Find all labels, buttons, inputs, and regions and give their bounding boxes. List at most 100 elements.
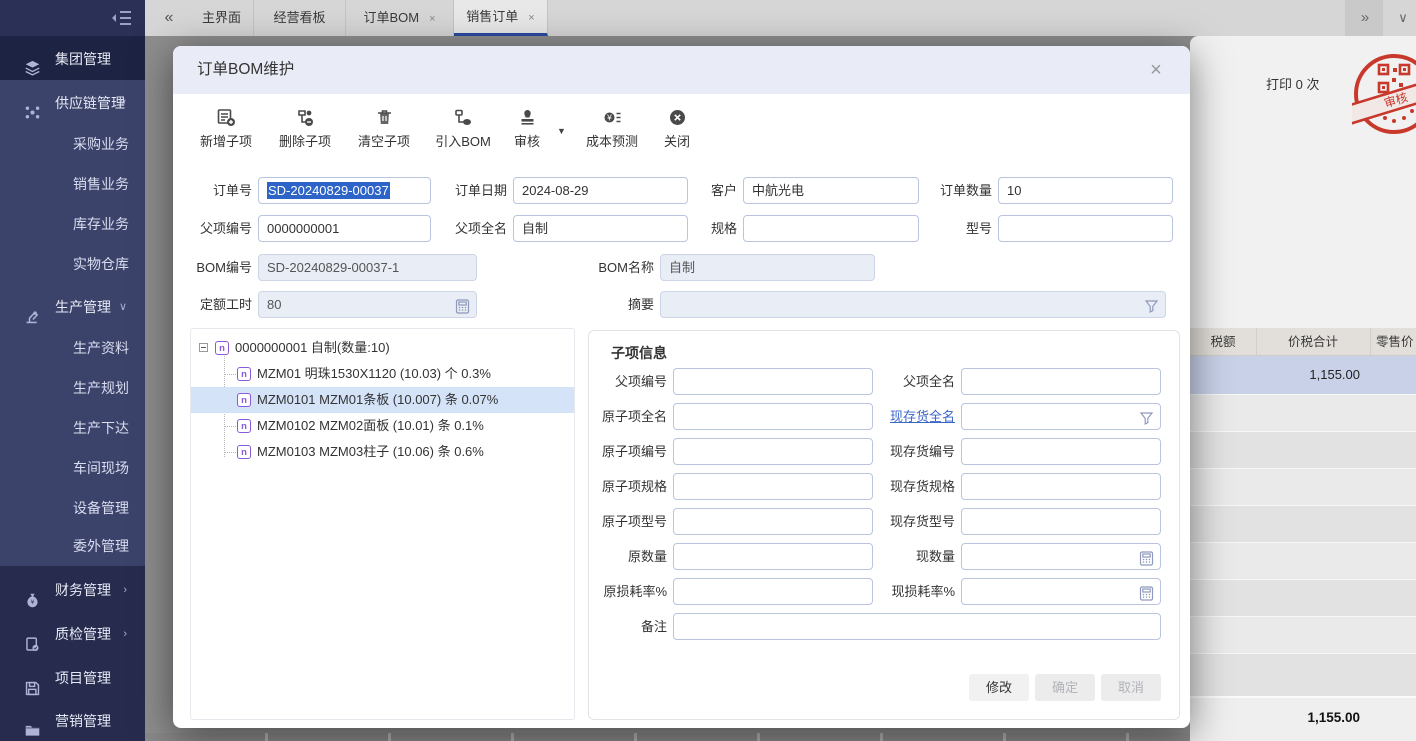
dialog-header: 订单BOM维护 × <box>173 46 1190 94</box>
table-row[interactable] <box>1190 431 1416 468</box>
sidebar-item-label: 质检管理 <box>55 612 111 656</box>
sidebar-item-supply-chain[interactable]: 供应链管理 ∨ <box>0 82 145 124</box>
chevron-right-icon: › <box>123 612 127 656</box>
tree-node[interactable]: n MZM0103 MZM03柱子 (10.06) 条 0.6% <box>191 439 575 465</box>
sidebar-item-finance[interactable]: ¥ 财务管理 › <box>0 568 145 612</box>
table-row[interactable] <box>1190 542 1416 579</box>
tree-node-label: 0000000001 自制(数量:10) <box>235 340 390 355</box>
tab-main[interactable]: 主界面 <box>190 0 254 36</box>
tab-sales-order[interactable]: 销售订单× <box>454 0 548 36</box>
add-subitem-button[interactable]: 新增子项 <box>195 108 257 158</box>
orig-loss-rate-label: 原损耗率% <box>555 578 667 605</box>
sidebar-item-production-planning[interactable]: 生产规划 <box>0 368 145 408</box>
sidebar-item-equipment[interactable]: 设备管理 <box>0 488 145 528</box>
orig-subitem-no-label: 原子项编号 <box>555 438 667 465</box>
sidebar-item-label: 生产规划 <box>73 368 129 408</box>
confirm-button[interactable]: 确定 <box>1035 674 1095 701</box>
sidebar-item-production-data[interactable]: 生产资料 <box>0 328 145 368</box>
close-dialog-button[interactable]: 关闭 <box>656 108 698 158</box>
sidebar-item-warehouse[interactable]: 实物仓库 <box>0 244 145 284</box>
audit-button[interactable]: 审核 <box>506 108 548 158</box>
sidebar-item-production-mgmt[interactable]: 生产管理 ∨ <box>0 286 145 328</box>
tab-close-icon[interactable]: × <box>528 12 534 24</box>
cur-stock-model-input[interactable] <box>961 508 1161 535</box>
modify-button[interactable]: 修改 <box>969 674 1029 701</box>
button-label: 引入BOM <box>435 131 491 150</box>
bom-name-label: BOM名称 <box>534 254 654 281</box>
tree-node-selected[interactable]: n MZM0101 MZM01条板 (10.007) 条 0.07% <box>191 387 575 413</box>
cur-qty-label: 现数量 <box>843 543 955 570</box>
cur-loss-rate-input[interactable] <box>961 578 1161 605</box>
remark-input[interactable] <box>673 613 1161 640</box>
order-qty-input[interactable]: 10 <box>998 177 1173 204</box>
node-box-icon: n <box>237 393 251 407</box>
sidebar-item-project[interactable]: 项目管理 <box>0 656 145 700</box>
detail-parent-name-input[interactable] <box>961 368 1161 395</box>
sidebar-item-purchase[interactable]: 采购业务 <box>0 124 145 164</box>
robot-arm-icon <box>24 299 41 316</box>
sidebar-item-sales[interactable]: 销售业务 <box>0 164 145 204</box>
subitem-info-panel: 子项信息 父项编号 父项全名 原子项全名 现存货全名 原子项编号 现存货编号 原… <box>588 330 1180 720</box>
sidebar-item-inventory[interactable]: 库存业务 <box>0 204 145 244</box>
tabs-dropdown-button[interactable]: ∨ <box>1390 0 1416 36</box>
tab-dashboard[interactable]: 经营看板 <box>254 0 346 36</box>
cost-forecast-button[interactable]: ¥ 成本预测 <box>581 108 643 158</box>
tree-node[interactable]: n MZM01 明珠1530X1120 (10.03) 个 0.3% <box>191 361 575 387</box>
table-row-selected[interactable]: 1,155.00 <box>1190 356 1416 394</box>
sidebar-item-group-mgmt[interactable]: 集团管理 <box>0 38 145 80</box>
table-row[interactable] <box>1190 505 1416 542</box>
tab-label: 经营看板 <box>273 10 325 25</box>
tree-node-label: MZM0103 MZM03柱子 (10.06) 条 0.6% <box>257 444 484 459</box>
cur-stock-name-input[interactable] <box>961 403 1161 430</box>
cur-qty-input[interactable] <box>961 543 1161 570</box>
quota-hours-input: 80 <box>258 291 477 318</box>
table-row[interactable] <box>1190 394 1416 431</box>
node-box-icon: n <box>237 445 251 459</box>
calculator-icon <box>455 297 470 312</box>
sidebar-item-label: 采购业务 <box>73 124 129 164</box>
orig-subitem-name-label: 原子项全名 <box>555 403 667 430</box>
sidebar-collapse-icon[interactable] <box>111 9 133 27</box>
model-input[interactable] <box>998 215 1173 242</box>
sidebar-item-label: 供应链管理 <box>55 82 125 124</box>
sidebar-item-quality[interactable]: 质检管理 › <box>0 612 145 656</box>
sidebar-item-marketing[interactable]: 营销管理 <box>0 700 145 741</box>
sidebar-item-outsourcing[interactable]: 委外管理 <box>0 526 145 566</box>
table-row[interactable] <box>1190 653 1416 696</box>
bom-no-input: SD-20240829-00037-1 <box>258 254 477 281</box>
button-label: 清空子项 <box>358 131 410 150</box>
audit-dropdown-caret[interactable]: ▼ <box>557 126 566 136</box>
dialog-close-icon[interactable]: × <box>1144 58 1168 82</box>
sidebar-item-production-release[interactable]: 生产下达 <box>0 408 145 448</box>
tab-order-bom[interactable]: 订单BOM× <box>346 0 454 36</box>
tabs-scroll-left-button[interactable]: « <box>150 0 188 36</box>
cur-stock-name-link[interactable]: 现存货全名 <box>843 403 955 430</box>
table-row[interactable] <box>1190 616 1416 653</box>
selected-text: SD-20240829-00037 <box>267 182 390 199</box>
delete-subitem-button[interactable]: 删除子项 <box>274 108 336 158</box>
save-disk-icon <box>24 670 41 687</box>
tab-close-icon[interactable]: × <box>429 13 435 25</box>
import-bom-button[interactable]: 引入BOM <box>430 108 496 158</box>
layers-icon <box>24 51 41 68</box>
tree-root-node[interactable]: n 0000000001 自制(数量:10) <box>191 335 575 361</box>
cur-stock-spec-input[interactable] <box>961 473 1161 500</box>
tree-collapse-icon[interactable] <box>199 343 208 352</box>
detail-parent-name-label: 父项全名 <box>843 368 955 395</box>
filter-icon[interactable] <box>1144 297 1159 312</box>
cancel-button[interactable]: 取消 <box>1101 674 1161 701</box>
cur-stock-no-input[interactable] <box>961 438 1161 465</box>
clear-subitems-button[interactable]: 清空子项 <box>353 108 415 158</box>
sidebar-item-label: 生产资料 <box>73 328 129 368</box>
table-row[interactable] <box>1190 468 1416 505</box>
col-header-total-with-tax: 价税合计 <box>1256 328 1370 356</box>
order-no-label: 订单号 <box>132 177 252 204</box>
panel-title: 子项信息 <box>611 343 667 363</box>
tabs-overflow-button[interactable]: » <box>1345 0 1383 36</box>
table-row[interactable] <box>1190 579 1416 616</box>
orig-qty-label: 原数量 <box>555 543 667 570</box>
order-bom-dialog: 订单BOM维护 × 新增子项 删除子项 清空子项 引入BOM 审核 ▼ ¥ 成本… <box>173 46 1190 728</box>
filter-icon[interactable] <box>1139 409 1154 424</box>
sidebar-item-workshop[interactable]: 车间现场 <box>0 448 145 488</box>
tree-node[interactable]: n MZM0102 MZM02面板 (10.01) 条 0.1% <box>191 413 575 439</box>
